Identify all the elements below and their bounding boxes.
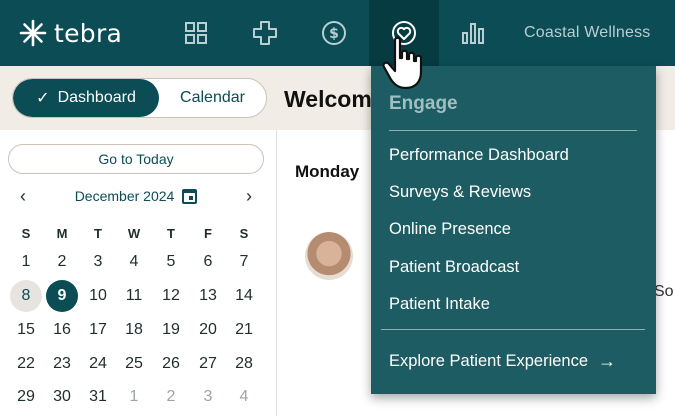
avatar[interactable] (305, 232, 353, 280)
explore-patient-experience-link[interactable]: Explore Patient Experience → (389, 351, 616, 372)
menu-item-patient-broadcast[interactable]: Patient Broadcast (389, 258, 519, 277)
calendar-day[interactable]: 16 (46, 314, 78, 346)
calendar-day-next-month[interactable]: 4 (228, 381, 260, 413)
dashboard-toggle-button[interactable]: ✓ Dashboard (13, 79, 159, 117)
calendar-day[interactable]: 2 (46, 246, 78, 278)
hand-pointer-icon (382, 36, 423, 90)
dropdown-divider-bottom (381, 329, 645, 330)
practice-name[interactable]: Coastal Wellness (524, 24, 651, 42)
calendar-day[interactable]: 24 (82, 348, 114, 380)
calendar-toggle-label: Calendar (180, 89, 245, 106)
chevron-left-icon[interactable]: ‹ (14, 186, 32, 207)
menu-item-online-presence[interactable]: Online Presence (389, 220, 511, 239)
month-picker[interactable]: December 2024 (75, 188, 198, 204)
weekday-header: T (167, 226, 175, 241)
calendar-day-next-month[interactable]: 2 (155, 381, 187, 413)
weekday-header: F (204, 226, 212, 241)
calendar-day[interactable]: 21 (228, 314, 260, 346)
calendar-day[interactable]: 12 (155, 280, 187, 312)
svg-text:$: $ (329, 26, 339, 42)
date-heading: Monday (295, 162, 360, 181)
calendar-day[interactable]: 31 (82, 381, 114, 413)
welcome-heading: Welcom (284, 86, 372, 112)
engage-dropdown-menu: Engage Performance Dashboard Surveys & R… (371, 66, 656, 394)
explore-label: Explore Patient Experience (389, 352, 589, 370)
calendar-day[interactable]: 29 (10, 381, 42, 413)
calendar-toggle-button[interactable]: Calendar (159, 79, 266, 117)
calendar-day[interactable]: 22 (10, 348, 42, 380)
calendar-day[interactable]: 23 (46, 348, 78, 380)
check-icon: ✓ (36, 90, 50, 107)
chevron-right-icon[interactable]: › (240, 186, 258, 207)
menu-item-patient-intake[interactable]: Patient Intake (389, 295, 490, 314)
calendar-day[interactable]: 18 (118, 314, 150, 346)
dashboard-toggle-label: Dashboard (57, 89, 136, 106)
calendar-day[interactable]: 11 (118, 280, 150, 312)
calendar-day[interactable]: 17 (82, 314, 114, 346)
month-navigation: ‹ December 2024 › (8, 184, 264, 208)
bar-chart-icon (462, 23, 484, 44)
plus-icon (253, 21, 277, 45)
partial-text: So (654, 283, 674, 300)
calendar-day[interactable]: 3 (82, 246, 114, 278)
calendar-day[interactable]: 13 (192, 280, 224, 312)
calendar-day[interactable]: 7 (228, 246, 260, 278)
nav-grid-button[interactable] (176, 13, 216, 53)
nav-reports-button[interactable] (453, 13, 493, 53)
calendar-day[interactable]: 9 (46, 280, 78, 312)
go-to-today-button[interactable]: Go to Today (8, 144, 264, 174)
weekday-header: W (127, 226, 141, 241)
weekday-header: M (56, 226, 68, 241)
nav-clinical-button[interactable] (245, 13, 285, 53)
arrow-right-icon: → (598, 351, 617, 371)
calendar-icon[interactable] (182, 188, 198, 204)
calendar-day[interactable]: 30 (46, 381, 78, 413)
calendar-day[interactable]: 27 (192, 348, 224, 380)
dollar-icon: $ (322, 21, 346, 45)
calendar-day[interactable]: 28 (228, 348, 260, 380)
weekday-header: S (239, 226, 249, 241)
logo-text: tebra (54, 18, 123, 48)
calendar-day-next-month[interactable]: 1 (118, 381, 150, 413)
calendar-day[interactable]: 10 (82, 280, 114, 312)
calendar-day[interactable]: 4 (118, 246, 150, 278)
calendar-day[interactable]: 6 (192, 246, 224, 278)
nav-billing-button[interactable]: $ (314, 13, 354, 53)
top-nav-bar: tebra $ Coastal Wellness (0, 0, 675, 66)
calendar-day[interactable]: 5 (155, 246, 187, 278)
weekday-header: S (21, 226, 31, 241)
calendar-day[interactable]: 19 (155, 314, 187, 346)
weekday-header: T (94, 226, 102, 241)
calendar-day[interactable]: 26 (155, 348, 187, 380)
dropdown-divider (389, 130, 637, 131)
calendar-day-next-month[interactable]: 3 (192, 381, 224, 413)
calendar-day[interactable]: 25 (118, 348, 150, 380)
tebra-logo[interactable]: tebra (18, 17, 122, 49)
menu-item-performance-dashboard[interactable]: Performance Dashboard (389, 146, 569, 165)
grid-icon (185, 22, 207, 44)
calendar-day[interactable]: 1 (10, 246, 42, 278)
calendar-day[interactable]: 8 (10, 280, 42, 312)
calendar-day[interactable]: 20 (192, 314, 224, 346)
month-label: December 2024 (74, 188, 175, 204)
view-toggle: ✓ Dashboard Calendar (12, 78, 267, 118)
menu-item-surveys-reviews[interactable]: Surveys & Reviews (389, 183, 531, 202)
calendar-day[interactable]: 15 (10, 314, 42, 346)
dropdown-title: Engage (389, 93, 458, 114)
tebra-logo-icon (19, 19, 47, 47)
calendar-day[interactable]: 14 (228, 280, 260, 312)
